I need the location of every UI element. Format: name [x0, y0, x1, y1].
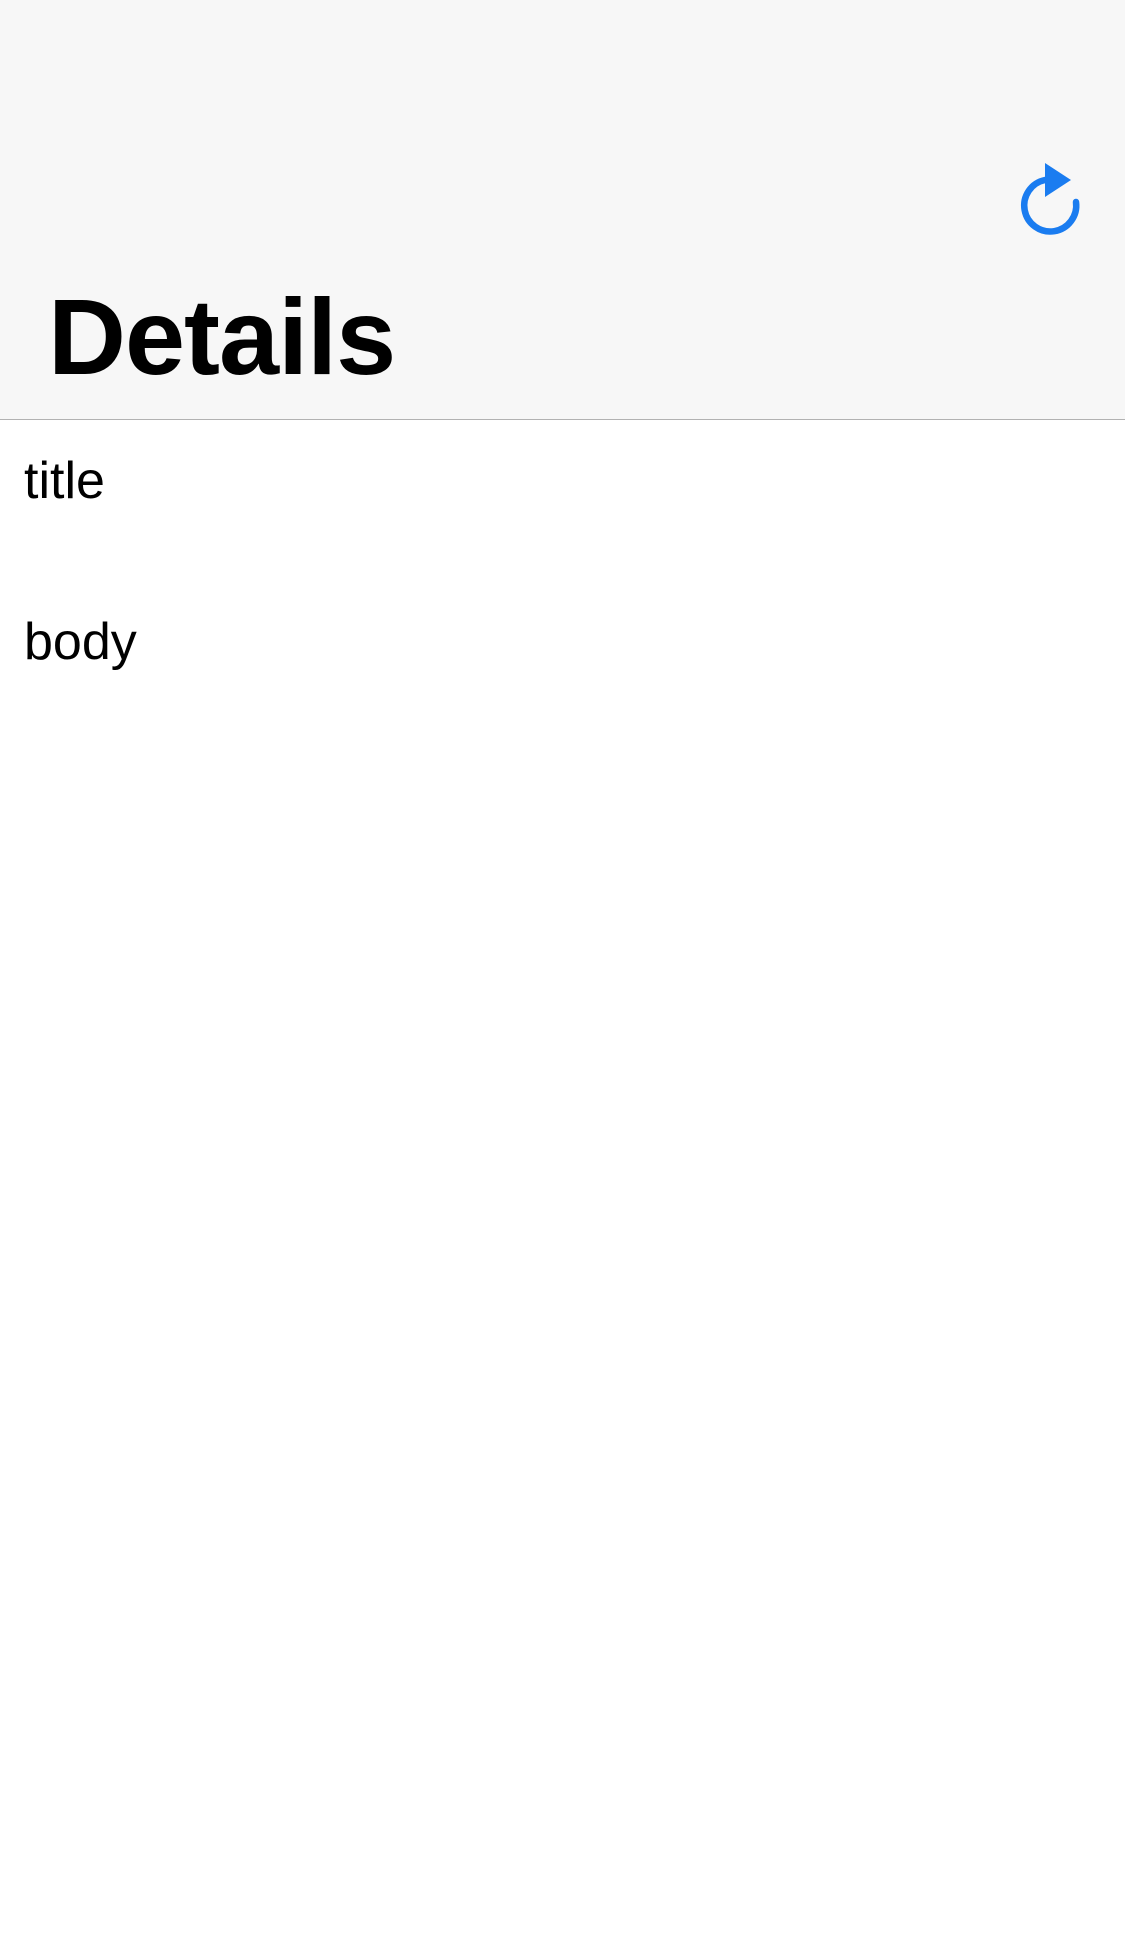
- refresh-button[interactable]: [1010, 158, 1090, 238]
- detail-title-text: title: [24, 452, 105, 510]
- detail-content: title body: [0, 420, 1125, 1941]
- refresh-icon: [1021, 163, 1080, 235]
- navigation-bar: Details: [0, 0, 1125, 420]
- detail-body-text: body: [24, 613, 137, 671]
- page-title: Details: [48, 276, 396, 397]
